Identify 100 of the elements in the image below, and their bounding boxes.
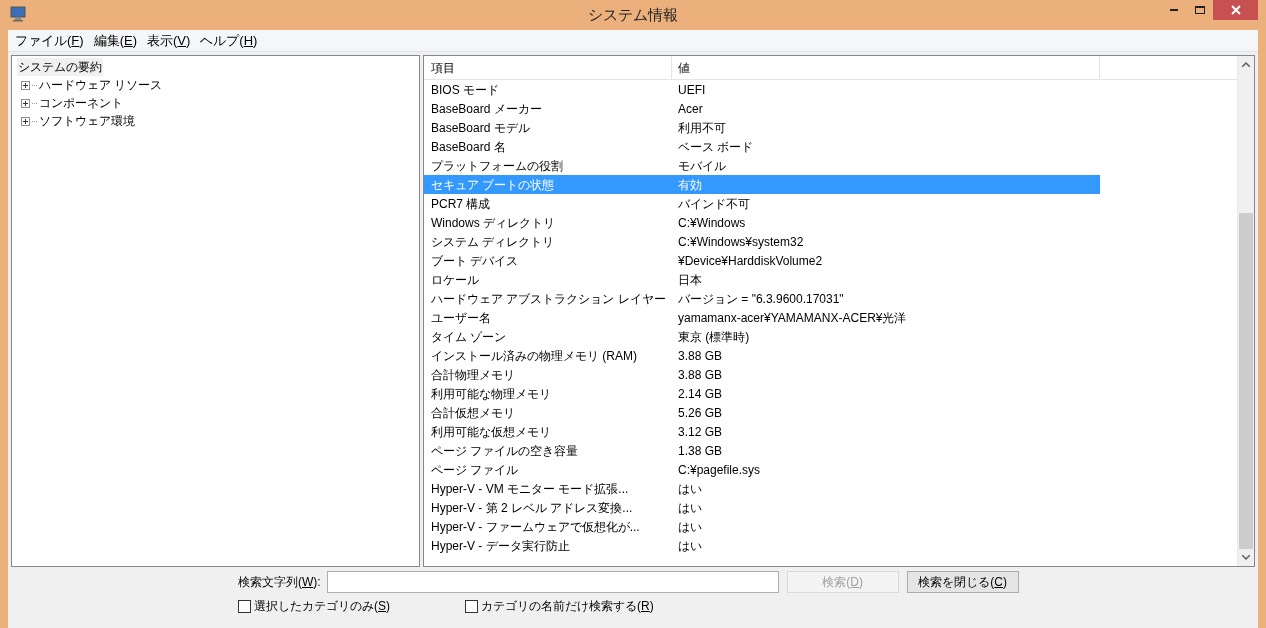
tree-item[interactable]: ハードウェア リソース (39, 76, 163, 94)
table-cell: はい (678, 519, 702, 534)
search-field[interactable] (326, 571, 779, 593)
table-cell: 合計仮想メモリ (431, 405, 515, 420)
table-row[interactable]: Hyper-V - ファームウェアで仮想化が... はい (424, 517, 1100, 536)
table-row[interactable]: ユーザー名 yamamanx-acer¥YAMAMANX-ACER¥光洋 (424, 308, 1100, 327)
scrollbar[interactable] (1237, 56, 1254, 566)
search-button[interactable]: 検索を閉じる(C) (906, 571, 1019, 593)
table-row[interactable]: BaseBoard メーカー Acer (424, 99, 1100, 118)
tree-item[interactable]: システムの要約 (17, 58, 103, 76)
table-row[interactable]: Windows ディレクトリ C:¥Windows (424, 213, 1100, 232)
menu-item[interactable]: 編集(E) (88, 30, 142, 51)
expand-icon[interactable] (21, 80, 30, 90)
table-row[interactable]: ロケール 日本 (424, 270, 1100, 289)
table-row[interactable]: BIOS モード UEFI (424, 80, 1100, 99)
close-button[interactable] (1213, 0, 1258, 20)
scroll-thumb[interactable] (1239, 213, 1253, 549)
table-cell: 利用可能な物理メモリ (431, 386, 551, 401)
table-cell: BaseBoard 名 (431, 139, 506, 154)
chevron-up-icon (1242, 62, 1250, 67)
table-cell: バインド不可 (678, 196, 750, 211)
menu-item[interactable]: ヘルプ(H) (195, 30, 263, 51)
table-cell: 日本 (678, 272, 702, 287)
table-cell: ベース ボード (678, 139, 754, 154)
table-cell: 3.88 GB (678, 348, 723, 363)
table-cell: BIOS モード (431, 82, 499, 97)
tree-item[interactable]: コンポーネント (39, 94, 123, 112)
table-cell: ブート デバイス (431, 253, 519, 268)
expand-icon[interactable] (21, 116, 30, 126)
table-cell: はい (678, 481, 702, 496)
column-header[interactable]: 項目 (424, 56, 672, 79)
menu-item[interactable]: 表示(V) (142, 30, 196, 51)
table-row[interactable]: ページ ファイル C:¥pagefile.sys (424, 460, 1100, 479)
table-row[interactable]: 利用可能な物理メモリ 2.14 GB (424, 384, 1100, 403)
table-cell: バージョン = "6.3.9600.17031" (678, 291, 844, 306)
table-row[interactable]: システム ディレクトリ C:¥Windows¥system32 (424, 232, 1100, 251)
table-cell: 3.88 GB (678, 367, 723, 382)
table-cell: ページ ファイル (431, 462, 519, 477)
table-cell: ハードウェア アブストラクション レイヤー (431, 291, 666, 306)
table-row[interactable]: Hyper-V - データ実行防止 はい (424, 536, 1100, 555)
table-row[interactable]: ページ ファイルの空き容量 1.38 GB (424, 441, 1100, 460)
table-cell: はい (678, 538, 702, 553)
table-cell: ロケール (431, 272, 479, 287)
chevron-down-icon (1242, 555, 1250, 560)
search-label: 検索文字列(W): (238, 574, 321, 591)
table-cell: BaseBoard モデル (431, 120, 530, 135)
table-cell: 1.38 GB (678, 443, 723, 458)
checkbox[interactable] (465, 599, 478, 613)
table-cell: タイム ゾーン (431, 329, 507, 344)
table-cell: 利用不可 (678, 120, 726, 135)
table-cell: 2.14 GB (678, 386, 723, 401)
table-row[interactable]: Hyper-V - VM モニター モード拡張... はい (424, 479, 1100, 498)
table-cell: 合計物理メモリ (431, 367, 515, 382)
table-cell: セキュア ブートの状態 (431, 177, 555, 192)
table-cell: C:¥Windows¥system32 (678, 234, 804, 249)
table-row[interactable]: Hyper-V - 第 2 レベル アドレス変換... はい (424, 498, 1100, 517)
table-cell: Acer (678, 101, 703, 116)
table-cell: yamamanx-acer¥YAMAMANX-ACER¥光洋 (678, 310, 907, 325)
table-cell: 5.26 GB (678, 405, 723, 420)
table-cell: モバイル (678, 158, 726, 173)
table-cell: Hyper-V - VM モニター モード拡張... (431, 481, 629, 496)
table-cell: Hyper-V - データ実行防止 (431, 538, 570, 553)
table-cell: 利用可能な仮想メモリ (431, 424, 551, 439)
table-row[interactable]: ブート デバイス ¥Device¥HarddiskVolume2 (424, 251, 1100, 270)
table-cell: 3.12 GB (678, 424, 723, 439)
table-cell: C:¥pagefile.sys (678, 462, 761, 477)
table-cell: システム ディレクトリ (431, 234, 555, 249)
checkbox-label[interactable]: カテゴリの名前だけ検索する(R) (481, 597, 654, 615)
table-row[interactable]: タイム ゾーン 東京 (標準時) (424, 327, 1100, 346)
table-row[interactable]: 利用可能な仮想メモリ 3.12 GB (424, 422, 1100, 441)
table-cell: インストール済みの物理メモリ (RAM) (431, 348, 637, 363)
table-cell: PCR7 構成 (431, 196, 491, 211)
window-title: システム情報 (588, 4, 678, 25)
expand-icon[interactable] (21, 98, 30, 108)
checkbox-label[interactable]: 選択したカテゴリのみ(S) (254, 597, 390, 615)
table-row[interactable]: PCR7 構成 バインド不可 (424, 194, 1100, 213)
table-cell: ページ ファイルの空き容量 (431, 443, 579, 458)
table-cell: 東京 (標準時) (678, 329, 750, 344)
table-row[interactable]: 合計物理メモリ 3.88 GB (424, 365, 1100, 384)
table-row[interactable]: BaseBoard モデル 利用不可 (424, 118, 1100, 137)
table-cell: ユーザー名 (431, 310, 491, 325)
computer-icon (10, 6, 26, 22)
checkbox[interactable] (238, 599, 251, 613)
table-cell: Hyper-V - ファームウェアで仮想化が... (431, 519, 640, 534)
table-row[interactable]: インストール済みの物理メモリ (RAM) 3.88 GB (424, 346, 1100, 365)
table-cell: 有効 (678, 177, 702, 192)
table-row[interactable]: BaseBoard 名 ベース ボード (424, 137, 1100, 156)
table-cell: はい (678, 500, 702, 515)
column-header[interactable]: 値 (672, 56, 1100, 79)
close-icon (1230, 5, 1241, 15)
table-cell: ¥Device¥HarddiskVolume2 (678, 253, 823, 268)
table-cell: C:¥Windows (678, 215, 746, 230)
table-cell: BaseBoard メーカー (431, 101, 542, 116)
tree-item[interactable]: ソフトウェア環境 (39, 112, 135, 130)
table-cell: UEFI (678, 82, 706, 97)
table-row[interactable]: 合計仮想メモリ 5.26 GB (424, 403, 1100, 422)
table-row[interactable]: プラットフォームの役割 モバイル (424, 156, 1100, 175)
table-row[interactable]: ハードウェア アブストラクション レイヤー バージョン = "6.3.9600.17031" (424, 289, 1100, 308)
table-cell: Windows ディレクトリ (431, 215, 555, 230)
menu-item[interactable]: ファイル(F) (10, 30, 89, 51)
